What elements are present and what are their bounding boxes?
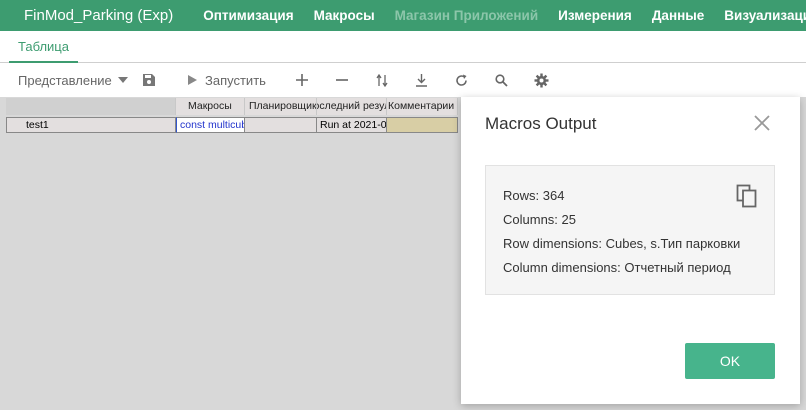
app-title: FinMod_Parking (Exp) bbox=[24, 7, 174, 24]
run-button-label: Запустить bbox=[205, 72, 266, 88]
comment-cell[interactable] bbox=[387, 117, 458, 133]
sort-button[interactable] bbox=[376, 63, 388, 97]
nav-optimization[interactable]: Оптимизация bbox=[193, 8, 303, 23]
main-nav: Оптимизация Макросы Магазин Приложений И… bbox=[193, 8, 806, 23]
search-button[interactable] bbox=[495, 63, 508, 97]
plus-icon bbox=[296, 74, 308, 86]
settings-button[interactable] bbox=[534, 63, 549, 97]
save-icon bbox=[143, 74, 155, 86]
download-button[interactable] bbox=[416, 63, 427, 97]
copy-icon[interactable] bbox=[736, 184, 758, 208]
remove-button[interactable] bbox=[336, 63, 348, 97]
tab-strip: Таблица bbox=[0, 31, 806, 63]
dialog-title: Macros Output bbox=[485, 114, 597, 133]
view-dropdown-label: Представление bbox=[18, 72, 112, 88]
play-icon bbox=[188, 75, 197, 85]
toolbar: Представление Запустить bbox=[0, 63, 806, 97]
header-last-result[interactable]: Последний результат bbox=[317, 98, 387, 115]
minus-icon bbox=[336, 79, 348, 81]
nav-visualization[interactable]: Визуализация bbox=[714, 8, 806, 23]
scheduler-cell[interactable] bbox=[245, 117, 317, 133]
header-comments[interactable]: Комментарии bbox=[387, 98, 458, 115]
gear-icon bbox=[534, 73, 549, 87]
header-scheduler[interactable]: Планировщик bbox=[245, 98, 317, 115]
nav-macros[interactable]: Макросы bbox=[304, 8, 385, 23]
nav-app-store: Магазин Приложений bbox=[394, 8, 539, 23]
column-dimensions: Column dimensions: Отчетный период bbox=[503, 260, 731, 275]
nav-data[interactable]: Данные bbox=[642, 8, 714, 23]
rows-count: Rows: 364 bbox=[503, 188, 565, 203]
sort-icon bbox=[376, 73, 388, 87]
output-box: Rows: 364 Columns: 25 Row dimensions: Cu… bbox=[485, 165, 775, 295]
view-dropdown[interactable]: Представление bbox=[18, 63, 128, 97]
refresh-button[interactable] bbox=[455, 63, 468, 97]
macro-cell[interactable]: const multicube bbox=[176, 117, 245, 133]
row-dimensions: Row dimensions: Cubes, s.Тип парковки bbox=[503, 236, 741, 251]
refresh-icon bbox=[456, 74, 467, 86]
nav-dimensions[interactable]: Измерения bbox=[548, 8, 642, 23]
ok-button[interactable]: OK bbox=[685, 343, 775, 379]
last-result-cell[interactable]: Run at 2021-0 bbox=[317, 117, 387, 133]
row-name[interactable]: test1 bbox=[6, 117, 176, 133]
add-button[interactable] bbox=[296, 63, 308, 97]
top-bar: FinMod_Parking (Exp) Оптимизация Макросы… bbox=[0, 0, 806, 31]
grid-corner bbox=[6, 98, 176, 115]
search-icon bbox=[495, 73, 508, 87]
save-button[interactable] bbox=[142, 63, 156, 97]
columns-count: Columns: 25 bbox=[503, 212, 576, 227]
close-icon[interactable] bbox=[753, 114, 771, 132]
header-macros[interactable]: Макросы bbox=[176, 98, 245, 115]
macros-output-dialog: Macros Output Rows: 364 Columns: 25 Row … bbox=[461, 97, 800, 404]
download-icon bbox=[416, 73, 427, 87]
tab-table[interactable]: Таблица bbox=[9, 31, 78, 63]
run-button[interactable]: Запустить bbox=[188, 63, 266, 97]
caret-down-icon bbox=[117, 77, 128, 83]
